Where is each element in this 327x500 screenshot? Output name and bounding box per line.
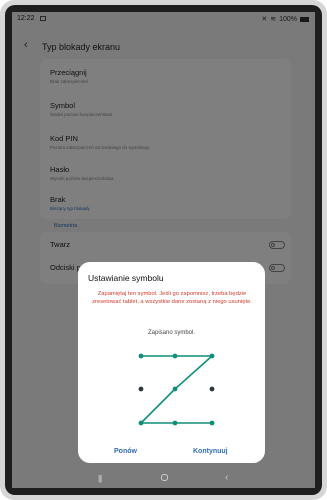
pattern-dot-9[interactable] [209, 420, 215, 426]
continue-button[interactable]: Kontynuuj [193, 448, 228, 455]
pattern-dot-4[interactable] [138, 386, 144, 392]
tablet-frame: 12:22 ✕ ≋ 100% ‹ Typ blokady ekranu Prze… [0, 0, 327, 500]
pattern-grid[interactable] [78, 262, 265, 463]
pattern-dot-6[interactable] [209, 386, 215, 392]
screen: 12:22 ✕ ≋ 100% ‹ Typ blokady ekranu Prze… [12, 12, 315, 488]
back-nav-icon[interactable]: ‹ [225, 472, 228, 483]
pattern-dot-3[interactable] [209, 353, 215, 359]
navigation-bar: ||| ‹ [12, 470, 315, 488]
pattern-dot-5[interactable] [172, 386, 178, 392]
pattern-setup-dialog: Ustawianie symbolu Zapamiętaj ten symbol… [78, 262, 265, 463]
pattern-dot-8[interactable] [172, 420, 178, 426]
recent-apps-icon[interactable]: ||| [98, 474, 102, 483]
pattern-dot-1[interactable] [138, 353, 144, 359]
retry-button[interactable]: Ponów [114, 448, 137, 455]
pattern-dot-2[interactable] [172, 353, 178, 359]
home-icon[interactable] [161, 474, 168, 481]
pattern-dot-7[interactable] [138, 420, 144, 426]
